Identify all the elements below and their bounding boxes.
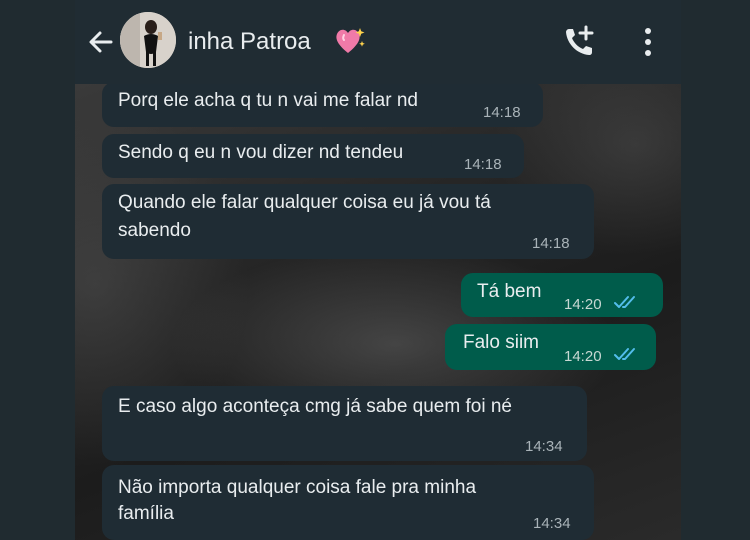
message-bubble[interactable]: E caso algo aconteça cmg já sabe quem fo… — [102, 386, 587, 461]
message-text-line-2: família — [118, 503, 174, 524]
message-text-line-2: sabendo — [118, 220, 191, 241]
message-text: Sendo q eu n vou dizer nd tendeu — [118, 142, 404, 163]
sparkling-heart-icon — [336, 28, 365, 53]
read-ticks-icon — [614, 296, 635, 308]
message-list[interactable]: Porq ele acha q tu n vai me falar nd 14:… — [75, 84, 681, 540]
more-options-button[interactable] — [637, 26, 659, 58]
message-bubble-outgoing[interactable]: Tá bem 14:20 — [461, 273, 663, 317]
message-time: 14:18 — [532, 235, 570, 252]
add-call-button[interactable] — [563, 24, 597, 58]
add-call-icon — [566, 25, 594, 55]
chat-header: inha Patroa — [75, 0, 681, 84]
message-time: 14:18 — [483, 104, 521, 121]
arrow-left-icon — [89, 31, 113, 53]
message-time: 14:34 — [533, 515, 571, 532]
contact-name[interactable]: inha Patroa — [188, 28, 311, 56]
message-bubble[interactable]: Não importa qualquer coisa fale pra minh… — [102, 465, 594, 540]
message-bubble[interactable]: Porq ele acha q tu n vai me falar nd 14:… — [102, 84, 543, 127]
message-bubble[interactable]: Quando ele falar qualquer coisa eu já vo… — [102, 184, 594, 259]
message-text: Falo siim — [463, 332, 540, 353]
message-time: 14:20 — [564, 348, 602, 365]
message-text-line-1: Não importa qualquer coisa fale pra minh… — [118, 477, 477, 498]
message-text: Tá bem — [477, 281, 542, 302]
message-time: 14:18 — [464, 156, 502, 173]
message-time: 14:34 — [525, 438, 563, 455]
message-text: Porq ele acha q tu n vai me falar nd — [118, 90, 418, 111]
message-bubble-outgoing[interactable]: Falo siim 14:20 — [445, 324, 656, 370]
more-vertical-icon — [645, 28, 651, 56]
message-text: E caso algo aconteça cmg já sabe quem fo… — [118, 396, 512, 417]
message-bubble[interactable]: Sendo q eu n vou dizer nd tendeu 14:18 — [102, 134, 524, 178]
message-text-line-1: Quando ele falar qualquer coisa eu já vo… — [118, 192, 491, 213]
read-ticks-icon — [614, 348, 635, 360]
chat-screen: inha Patroa Porq ele acha q tu n vai me … — [75, 0, 681, 540]
avatar-photo — [120, 12, 176, 68]
back-button[interactable] — [85, 26, 117, 58]
message-time: 14:20 — [564, 296, 602, 313]
avatar[interactable] — [120, 12, 176, 68]
